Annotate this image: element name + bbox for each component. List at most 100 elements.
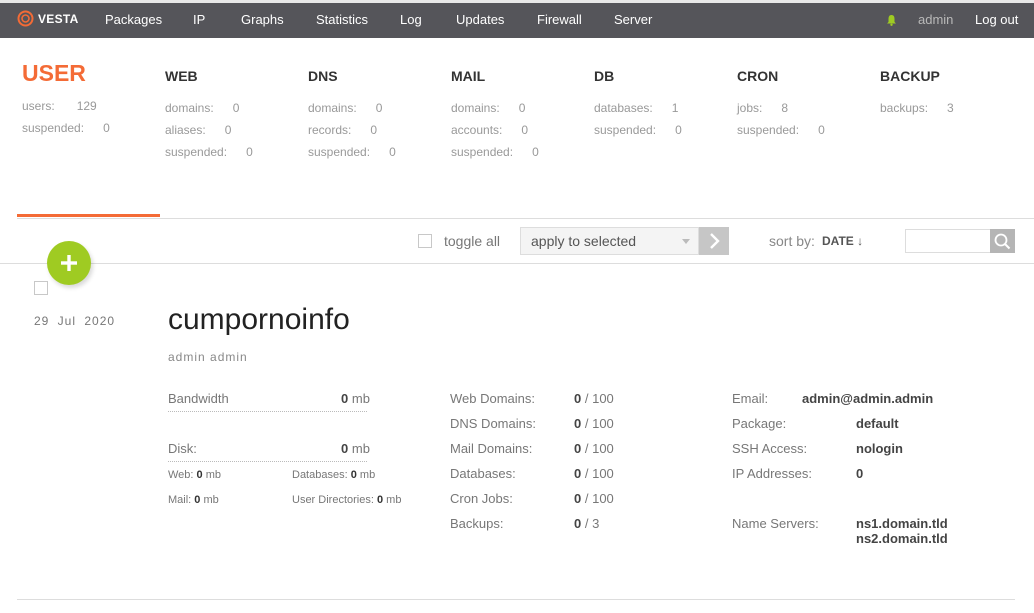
stats-db-title[interactable]: DB (594, 68, 682, 84)
limit-value: 0 / 100 (574, 416, 614, 431)
stats-dns[interactable]: DNS domains: 0 records: 0 suspended: 0 (308, 60, 396, 163)
stat-value: 8 (781, 101, 789, 115)
search-input[interactable] (905, 229, 991, 253)
limit-label: Cron Jobs: (450, 491, 513, 506)
apply-submit-button[interactable] (699, 227, 729, 255)
stat-value: 0 (370, 123, 378, 137)
chevron-right-icon (710, 233, 720, 249)
nav-server[interactable]: Server (614, 12, 652, 27)
stats-db-row: databases: 1 (594, 97, 682, 119)
disk-label: Disk: (168, 441, 197, 456)
username-title[interactable]: cumpornoinfo (168, 303, 350, 337)
divider (17, 218, 1034, 219)
stat-label: backups: (880, 101, 929, 115)
stat-value: 0 (232, 101, 240, 115)
stats-cron[interactable]: CRON jobs: 8 suspended: 0 (737, 60, 825, 141)
disk-bar (168, 461, 367, 462)
stats-backup-title[interactable]: BACKUP (880, 68, 954, 84)
stat-value: 0 (818, 123, 825, 137)
search-icon (994, 233, 1011, 250)
stat-value: 0 (224, 123, 232, 137)
stats-mail[interactable]: MAIL domains: 0 accounts: 0 suspended: 0 (451, 60, 539, 163)
stat-value: 0 (518, 101, 526, 115)
bell-icon[interactable] (886, 14, 897, 26)
toggle-all-checkbox[interactable] (418, 234, 432, 248)
vesta-ring-icon (17, 10, 34, 27)
name-server-1: ns1.domain.tld (856, 516, 948, 531)
stat-label: users: (22, 99, 55, 113)
nav-packages[interactable]: Packages (105, 12, 162, 27)
apply-to-selected-select[interactable]: apply to selected (520, 227, 699, 255)
stats-mail-title[interactable]: MAIL (451, 68, 539, 84)
nav-updates[interactable]: Updates (456, 12, 504, 27)
stat-label: domains: (165, 101, 214, 115)
stat-value: 1 (671, 101, 679, 115)
stats-user-title[interactable]: USER (22, 60, 110, 87)
stat-label: aliases: (165, 123, 206, 137)
sort-by-dropdown[interactable]: DATE ↓ (822, 234, 863, 248)
logout-link[interactable]: Log out (975, 12, 1018, 27)
stats-user[interactable]: USER users: 129 suspended: 0 (22, 60, 110, 139)
stat-label: jobs: (737, 101, 763, 115)
active-tab-indicator (17, 214, 160, 217)
ip-addresses-label: IP Addresses: (732, 466, 812, 481)
stat-value: 0 (532, 145, 539, 159)
stats-mail-row: domains: 0 (451, 97, 539, 119)
limit-label: Mail Domains: (450, 441, 533, 456)
stats-dns-row: suspended: 0 (308, 141, 396, 163)
bandwidth-label: Bandwidth (168, 391, 229, 406)
stat-value: 129 (76, 99, 97, 113)
disk-mail: Mail: 0 mb (168, 494, 219, 506)
limit-label: Backups: (450, 516, 504, 531)
disk-databases: Databases: 0 mb (292, 469, 376, 481)
divider (0, 263, 1034, 264)
search-button[interactable] (990, 229, 1015, 253)
current-user-link[interactable]: admin (918, 12, 953, 27)
stats-cron-row: jobs: 8 (737, 97, 825, 119)
stat-label: records: (308, 123, 352, 137)
stat-label: suspended: (594, 123, 657, 137)
stats-dns-row: records: 0 (308, 119, 396, 141)
stat-label: databases: (594, 101, 653, 115)
stats-user-row: suspended: 0 (22, 117, 110, 139)
stat-label: suspended: (165, 145, 228, 159)
nav-ip[interactable]: IP (193, 12, 205, 27)
ip-addresses-value: 0 (856, 466, 864, 481)
stats-mail-row: suspended: 0 (451, 141, 539, 163)
brand-name: VESTA (38, 11, 79, 26)
disk-web: Web: 0 mb (168, 469, 222, 481)
package-value: default (856, 416, 899, 431)
name-servers-label: Name Servers: (732, 516, 819, 531)
nav-graphs[interactable]: Graphs (241, 12, 284, 27)
top-nav-bar: VESTA Packages IP Graphs Statistics Log … (0, 0, 1034, 38)
row-select-checkbox[interactable] (34, 281, 48, 295)
stat-label: domains: (451, 101, 500, 115)
nav-statistics[interactable]: Statistics (316, 12, 368, 27)
toggle-all-label[interactable]: toggle all (444, 233, 500, 249)
ssh-access-value: nologin (856, 441, 903, 456)
nav-firewall[interactable]: Firewall (537, 12, 582, 27)
ssh-access-label: SSH Access: (732, 441, 808, 456)
stats-web-row: suspended: 0 (165, 141, 253, 163)
stats-web-title[interactable]: WEB (165, 68, 253, 84)
stats-db-row: suspended: 0 (594, 119, 682, 141)
stat-label: suspended: (737, 123, 800, 137)
limit-value: 0 / 100 (574, 466, 614, 481)
stat-value: 0 (521, 123, 529, 137)
stats-mail-row: accounts: 0 (451, 119, 539, 141)
stat-label: suspended: (22, 121, 85, 135)
sort-by-label: sort by: (769, 233, 815, 249)
name-server-2: ns2.domain.tld (856, 531, 948, 546)
stats-backup[interactable]: BACKUP backups: 3 (880, 60, 954, 119)
stats-web[interactable]: WEB domains: 0 aliases: 0 suspended: 0 (165, 60, 253, 163)
stats-db[interactable]: DB databases: 1 suspended: 0 (594, 60, 682, 141)
stats-cron-title[interactable]: CRON (737, 68, 825, 84)
add-user-button[interactable] (47, 241, 91, 285)
stat-value: 0 (375, 101, 383, 115)
stats-web-row: domains: 0 (165, 97, 253, 119)
stats-dns-title[interactable]: DNS (308, 68, 396, 84)
vesta-logo[interactable]: VESTA (17, 10, 79, 27)
stat-value: 0 (103, 121, 110, 135)
nav-log[interactable]: Log (400, 12, 422, 27)
stat-value: 3 (947, 101, 954, 115)
